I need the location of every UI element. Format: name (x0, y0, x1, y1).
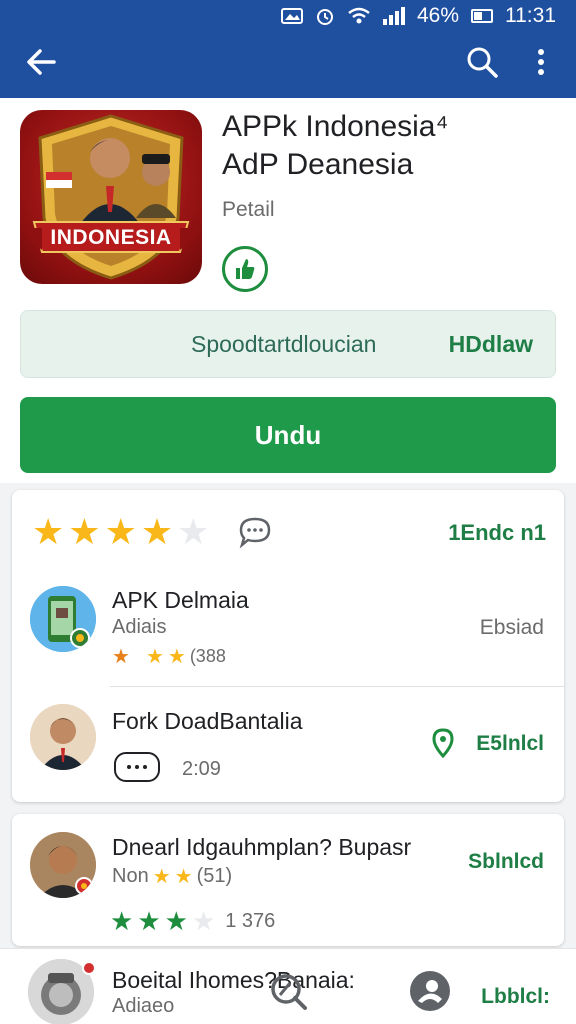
review-title[interactable]: Dnearl Idgauhmplan? Bupasr (112, 834, 411, 861)
comment-icon[interactable] (237, 514, 273, 550)
star-icon: ★ (68, 511, 101, 552)
people-icon[interactable] (410, 971, 450, 1011)
notification-dot (82, 961, 96, 975)
pen-search-icon[interactable] (266, 969, 310, 1013)
list-item-count: (388 (189, 646, 226, 666)
location-pin-icon (432, 728, 454, 759)
app-icon-label: INDONESIA (50, 226, 172, 249)
star-icon: ★ (104, 511, 137, 552)
more-vert-icon[interactable] (526, 42, 556, 82)
review-subtitle-row: Non ★ ★ (51) (112, 864, 232, 889)
bottom-item-title[interactable]: Boeital Ihomes?Banaia: (112, 967, 355, 994)
star-icon: ★ (140, 511, 174, 552)
battery-icon (471, 9, 493, 23)
arrow-back-icon[interactable] (22, 42, 62, 82)
review-count: 1 376 (225, 910, 276, 932)
rating-card-link[interactable]: 1Endc n1 (448, 520, 546, 546)
install-button[interactable]: Undu (20, 397, 556, 473)
bottom-item-subtitle: Adiaeo (112, 995, 175, 1017)
star-icon: ★ (174, 866, 193, 888)
signal-icon (382, 7, 405, 25)
star-icon: ★ (137, 906, 161, 936)
list-item-title[interactable]: Fork DoadBantalia (112, 708, 303, 735)
app-bar: 46% 11:31 (0, 0, 576, 98)
divider (110, 686, 564, 687)
search-icon[interactable] (462, 42, 502, 82)
app-subtitle[interactable]: Petail (222, 198, 275, 222)
star-icon: ★ (167, 646, 186, 668)
battery-percent: 46% (416, 4, 459, 27)
star-icon: ★ (112, 646, 130, 668)
review-subtitle: Non (112, 865, 149, 887)
image-icon (280, 7, 303, 25)
info-banner-action[interactable]: HDdlaw (449, 331, 533, 358)
rating-card: ★ ★ ★ ★ ★ 1Endc n1 APK Delmaia Adiais ★ … (12, 490, 564, 802)
rating-stars[interactable]: ★ ★ ★ ★ ★ (32, 512, 209, 552)
status-bar: 46% 11:31 (280, 2, 556, 30)
star-icon: ★ (110, 906, 134, 936)
bottom-item-action[interactable]: Lbblcl: (481, 985, 550, 1009)
list-item-rating: ★ ★ ★ (388 (112, 644, 226, 669)
app-title-line2: AdP Deanesia (222, 148, 414, 181)
list-item-title[interactable]: APK Delmaia (112, 587, 249, 614)
list-item-time: 2:09 (182, 758, 221, 780)
info-banner[interactable]: Spoodtartdloucian HDdlaw (20, 310, 556, 378)
star-icon: ★ (152, 866, 171, 888)
review-subtitle-count: (51) (196, 865, 233, 887)
star-empty-icon: ★ (191, 906, 216, 936)
list-item-action[interactable]: E5lnlcl (476, 732, 544, 756)
review-card: Dnearl Idgauhmplan? Bupasr Non ★ ★ (51) … (12, 814, 564, 946)
clock: 11:31 (505, 4, 556, 27)
review-rating: ★ ★ ★ ★ 1 376 (110, 906, 275, 937)
bottom-list-item[interactable]: Boeital Ihomes?Banaia: Adiaeo Lbblcl: (0, 948, 576, 1024)
avatar (30, 704, 96, 770)
wifi-icon (347, 7, 371, 25)
thumbs-up-icon (222, 246, 268, 292)
alarm-icon (315, 6, 335, 26)
avatar (30, 586, 96, 652)
app-icon[interactable]: INDONESIA (20, 110, 202, 284)
list-item-status: Ebsiad (479, 616, 544, 639)
star-icon: ★ (164, 906, 188, 936)
list-item-subtitle: Adiais (112, 616, 167, 638)
review-action[interactable]: Sblnlcd (468, 850, 544, 874)
star-icon: ★ (32, 511, 65, 552)
app-title-line1: APPk Indonesia⁴ (222, 110, 449, 143)
app-header-section: INDONESIA APPk Indonesia⁴ AdP Deanesia P… (0, 98, 576, 483)
star-icon: ★ (145, 646, 164, 668)
avatar (30, 832, 96, 898)
message-icon[interactable] (114, 752, 160, 782)
info-banner-text: Spoodtartdloucian (191, 331, 377, 357)
star-empty-icon: ★ (177, 511, 210, 552)
